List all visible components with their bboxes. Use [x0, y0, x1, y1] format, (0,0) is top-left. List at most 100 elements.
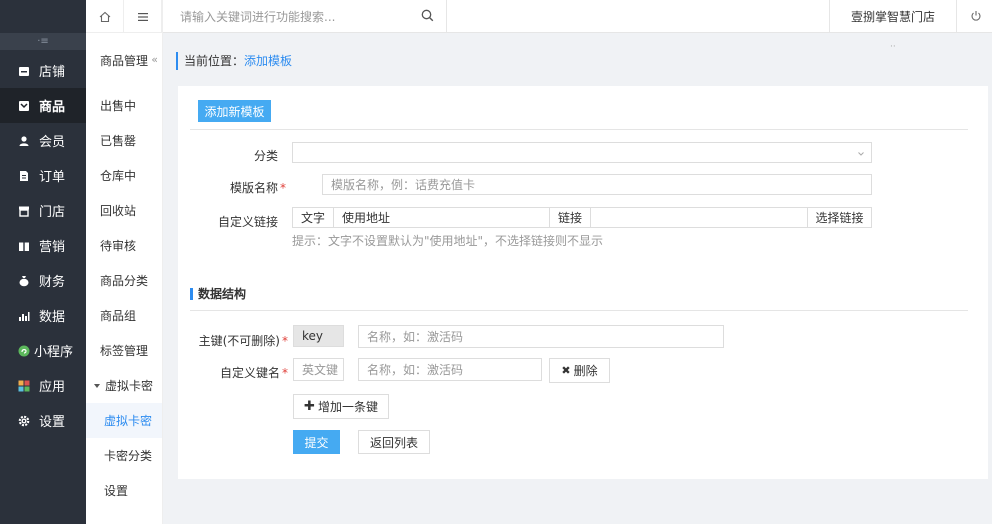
- sidebar-item-label: 门店: [39, 205, 66, 220]
- sidebar-item-label: 小程序: [34, 345, 74, 360]
- link-addon: 链接: [549, 207, 591, 228]
- member-icon: [19, 135, 29, 146]
- search-icon[interactable]: [421, 9, 434, 22]
- caret-down-icon: [94, 383, 100, 388]
- sidebar-item-label: 会员: [39, 135, 66, 150]
- sidebar-item-miniapp[interactable]: 小程序: [0, 333, 86, 368]
- custom-key-name-input[interactable]: 名称，如：激活码: [358, 358, 542, 381]
- primary-key-name-input[interactable]: 名称，如：激活码: [358, 325, 724, 348]
- subnav-item[interactable]: 商品组: [86, 298, 162, 333]
- sidebar-item-label: 财务: [39, 275, 66, 290]
- logo-area: [0, 0, 86, 33]
- category-label: 分类: [253, 149, 278, 163]
- top-icons: [86, 0, 162, 33]
- link-hint: 提示：文字不设置默认为"使用地址"，不选择链接则不显示: [292, 234, 604, 248]
- add-key-label: 增加一条键: [317, 400, 378, 414]
- main-sidebar: ·≡ 店铺 商品 会员 订单 门店 营销 财务 数据 小程序 应用 设置: [0, 0, 86, 524]
- apps-icon: [18, 380, 30, 391]
- sidebar-item-data[interactable]: 数据: [0, 298, 86, 333]
- divider: [190, 310, 968, 311]
- home-button[interactable]: [86, 0, 124, 33]
- power-icon[interactable]: [970, 10, 982, 22]
- delete-label: 删除: [573, 364, 598, 378]
- primary-key-label: 主键(不可删除) *: [198, 334, 288, 348]
- sidebar-item-label: 商品: [39, 100, 66, 115]
- miniapp-icon: [18, 345, 30, 356]
- divider: [190, 129, 968, 130]
- link-text-input[interactable]: 使用地址: [333, 207, 550, 228]
- store-icon: [19, 206, 29, 217]
- close-icon: ✖: [561, 364, 571, 377]
- sidebar-item-shop[interactable]: 店铺: [0, 53, 86, 88]
- link-url-input[interactable]: [590, 207, 808, 228]
- data-icon: [19, 311, 30, 321]
- subnav-subitem-virtual-card[interactable]: 虚拟卡密: [86, 403, 162, 438]
- sidebar-item-apps[interactable]: 应用: [0, 368, 86, 403]
- template-name-input[interactable]: 模版名称，例：话费充值卡: [322, 174, 872, 195]
- form-panel: 添加新模板 分类 模版名称 * 模版名称，例：话费充值卡 自定义链接 文字 使用地…: [178, 86, 988, 479]
- marketing-icon: [19, 242, 29, 251]
- subnav-group-label: 虚拟卡密: [105, 379, 154, 393]
- sidebar-collapse-toggle[interactable]: ·≡: [0, 33, 86, 50]
- category-select[interactable]: [292, 142, 872, 163]
- subnav-title: 商品管理 «: [86, 33, 162, 88]
- breadcrumb-prefix: 当前位置：: [184, 54, 245, 68]
- primary-key-field: key: [293, 325, 344, 347]
- subnav-item[interactable]: 标签管理: [86, 333, 162, 368]
- sidebar-item-label: 应用: [39, 380, 66, 395]
- submit-button[interactable]: 提交: [293, 430, 340, 454]
- sidebar-item-label: 店铺: [39, 65, 66, 80]
- order-icon: [20, 170, 28, 181]
- subnav-subitem-settings[interactable]: 设置: [86, 473, 162, 508]
- template-name-label: 模版名称 *: [229, 181, 286, 195]
- sidebar-item-label: 订单: [39, 170, 66, 185]
- sidebar-item-store[interactable]: 门店: [0, 193, 86, 228]
- subnav-title-text: 商品管理: [100, 54, 149, 68]
- plus-icon: ✚: [304, 399, 315, 414]
- sidebar-item-label: 营销: [39, 240, 66, 255]
- shop-icon: [19, 66, 29, 76]
- custom-link-label: 自定义链接: [217, 215, 278, 229]
- breadcrumb: 当前位置：添加模板: [176, 52, 292, 70]
- settings-icon: [18, 415, 30, 426]
- sidebar-item-label: 设置: [39, 415, 66, 430]
- subnav-group-virtual-card[interactable]: 虚拟卡密: [86, 368, 162, 403]
- fold-icon[interactable]: «: [151, 53, 158, 66]
- sidebar-item-settings[interactable]: 设置: [0, 403, 86, 438]
- drag-handle-icon: ··: [890, 42, 896, 52]
- sidebar-item-goods[interactable]: 商品: [0, 88, 86, 123]
- select-link-button[interactable]: 选择链接: [807, 207, 872, 228]
- custom-key-input[interactable]: 英文键: [293, 358, 344, 381]
- breadcrumb-current[interactable]: 添加模板: [244, 54, 292, 68]
- subnav-item[interactable]: 已售罄: [86, 123, 162, 158]
- search-box: [163, 0, 447, 33]
- add-template-button[interactable]: 添加新模板: [198, 100, 271, 122]
- subnav-item[interactable]: 待审核: [86, 228, 162, 263]
- sidebar-item-label: 数据: [39, 310, 66, 325]
- add-key-button[interactable]: ✚ 增加一条键: [293, 394, 389, 419]
- text-addon: 文字: [292, 207, 334, 228]
- subnav-subitem-card-category[interactable]: 卡密分类: [86, 438, 162, 473]
- menu-toggle-button[interactable]: [124, 0, 162, 33]
- search-input[interactable]: [180, 9, 410, 24]
- sidebar-item-finance[interactable]: 财务: [0, 263, 86, 298]
- subnav-item[interactable]: 仓库中: [86, 158, 162, 193]
- menu-icon: [137, 12, 148, 21]
- subnav-item[interactable]: 商品分类: [86, 263, 162, 298]
- sidebar-item-marketing[interactable]: 营销: [0, 228, 86, 263]
- home-icon: [99, 11, 110, 22]
- subnav-item[interactable]: 出售中: [86, 88, 162, 123]
- delete-key-button[interactable]: ✖ 删除: [549, 358, 610, 383]
- subnav-item[interactable]: 回收站: [86, 193, 162, 228]
- goods-icon: [19, 100, 29, 111]
- back-to-list-button[interactable]: 返回列表: [358, 430, 430, 454]
- data-structure-title: 数据结构: [190, 288, 246, 300]
- sidebar-item-order[interactable]: 订单: [0, 158, 86, 193]
- sidebar-item-member[interactable]: 会员: [0, 123, 86, 158]
- custom-key-label: 自定义键名 *: [219, 366, 288, 380]
- sub-sidebar: 商品管理 « 出售中 已售罄 仓库中 回收站 待审核 商品分类 商品组 标签管理…: [86, 0, 163, 524]
- finance-icon: [19, 275, 29, 286]
- store-name[interactable]: 壹捌掌智慧门店: [829, 0, 957, 33]
- chevron-down-icon: [858, 152, 864, 156]
- top-bar: 壹捌掌智慧门店: [163, 0, 992, 33]
